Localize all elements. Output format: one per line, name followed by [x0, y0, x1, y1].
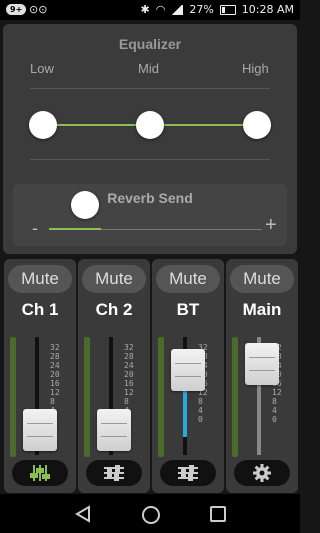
divider	[30, 88, 270, 89]
eq-label-mid: Mid	[138, 61, 159, 76]
tick-label: 24	[124, 361, 134, 370]
tick-label: 4	[272, 406, 277, 415]
battery-percent: 27%	[189, 3, 214, 16]
equalizer-title: Equalizer	[118, 36, 182, 52]
tick-label: 8	[272, 397, 277, 406]
channel-strip-main: Mute Main 32 28 24 20 16 12 8 4 0	[226, 259, 298, 493]
mute-button[interactable]: Mute	[8, 265, 72, 293]
tick-label: 24	[50, 361, 60, 370]
fader-handle[interactable]	[171, 349, 205, 391]
reverb-fill	[49, 228, 101, 230]
level-meter	[158, 337, 164, 457]
recent-apps-icon[interactable]	[210, 506, 226, 522]
divider	[30, 159, 270, 160]
eq-label-low: Low	[30, 61, 54, 76]
tick-label: 20	[124, 370, 134, 379]
mute-button[interactable]: Mute	[82, 265, 146, 293]
channel-settings-button[interactable]	[12, 460, 68, 486]
fader-handle[interactable]	[245, 343, 279, 385]
channel-name: BT	[176, 300, 200, 319]
fader-handle[interactable]	[23, 409, 57, 451]
equalizer-panel: Equalizer Low Mid High Reverb Send - +	[3, 24, 297, 254]
tick-label: 0	[272, 415, 277, 424]
tick-label: 16	[124, 379, 134, 388]
channel-settings-button[interactable]	[86, 460, 142, 486]
tick-label: 12	[50, 388, 60, 397]
mute-button[interactable]: Mute	[230, 265, 294, 293]
gear-icon	[253, 464, 271, 482]
tick-label: 20	[50, 370, 60, 379]
channel-settings-button[interactable]	[160, 460, 216, 486]
mute-button[interactable]: Mute	[156, 265, 220, 293]
channel-name: Ch 1	[21, 300, 59, 319]
tick-label: 32	[50, 343, 60, 352]
level-meter	[84, 337, 90, 457]
channel-name: Ch 2	[95, 300, 133, 319]
equalizer-icon	[30, 465, 50, 481]
tick-label: 8	[198, 397, 203, 406]
eq-knob-low[interactable]	[29, 111, 57, 139]
fader-handle[interactable]	[97, 409, 131, 451]
tick-label: 32	[124, 343, 134, 352]
reverb-send-panel: Reverb Send - +	[13, 184, 287, 246]
sliders-icon	[104, 465, 124, 481]
eq-knob-mid[interactable]	[136, 111, 164, 139]
tick-label: 12	[124, 388, 134, 397]
reverb-title: Reverb Send	[107, 190, 193, 206]
reverb-knob[interactable]	[71, 191, 99, 219]
reverb-minus-button[interactable]: -	[32, 218, 38, 239]
equalizer-labels: Low Mid High	[3, 61, 297, 77]
clock: 10:28 AM	[241, 3, 294, 16]
tick-label: 28	[50, 352, 60, 361]
level-meter	[10, 337, 16, 457]
tick-label: 28	[124, 352, 134, 361]
reverb-plus-button[interactable]: +	[265, 214, 277, 237]
tick-label: 0	[198, 415, 203, 424]
navigation-bar	[0, 494, 300, 533]
channel-strip-ch2: Mute Ch 2 32 28 24 20 16 12 8 4 0	[78, 259, 150, 493]
bluetooth-icon: ✱	[140, 3, 150, 16]
tick-label: 16	[50, 379, 60, 388]
channel-strip-bt: Mute BT 32 28 24 20 16 12 8 4 0	[152, 259, 224, 493]
battery-icon	[219, 4, 236, 15]
wifi-icon: ◠	[155, 3, 166, 16]
voicemail-icon: ⊙⊙	[29, 3, 48, 16]
tick-label: 8	[124, 397, 129, 406]
notification-badge: 9+	[6, 4, 27, 15]
status-bar: 9+ ⊙⊙ ✱ ◠ 27% 10:28 AM	[0, 0, 300, 20]
channel-settings-button[interactable]	[234, 460, 290, 486]
eq-knob-high[interactable]	[243, 111, 271, 139]
tick-label: 8	[50, 397, 55, 406]
sliders-icon	[178, 465, 198, 481]
tick-label: 4	[198, 406, 203, 415]
channel-name: Main	[242, 300, 282, 319]
signal-icon	[171, 4, 184, 15]
tick-label: 12	[272, 388, 282, 397]
home-icon[interactable]	[142, 506, 160, 524]
level-meter	[232, 337, 238, 457]
eq-label-high: High	[242, 61, 269, 76]
channel-strip-ch1: Mute Ch 1 32 28 24 20 16 12 8 4 0	[4, 259, 76, 493]
back-icon[interactable]	[75, 505, 91, 523]
